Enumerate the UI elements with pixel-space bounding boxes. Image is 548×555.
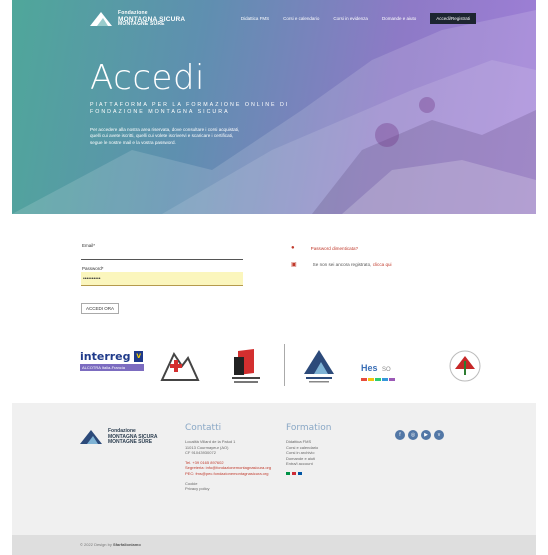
contacts-heading: Contatti bbox=[185, 423, 222, 433]
email-label: Email* bbox=[82, 243, 96, 248]
submit-button[interactable]: ACCEDI ORA bbox=[81, 303, 119, 314]
nav-item-corsi-evidenza[interactable]: Corsi in evidenza bbox=[333, 16, 368, 21]
password-field[interactable] bbox=[81, 272, 243, 286]
youtube-icon[interactable]: ▶ bbox=[421, 430, 431, 440]
interreg-logo: interreg V ALCOTRA Italia-Francia bbox=[80, 351, 144, 375]
privacy-link[interactable]: Privacy policy bbox=[185, 486, 271, 492]
mountain-logo-icon bbox=[90, 12, 112, 27]
nav-item-domande[interactable]: Domande e aiuto bbox=[382, 16, 416, 21]
university-logo bbox=[232, 349, 260, 383]
register-row: ▣ Se non sei ancora registrato, clicca q… bbox=[291, 261, 392, 268]
mountain-logo-icon bbox=[80, 430, 102, 445]
logo-line3: MONTAGNE SÛRE bbox=[118, 21, 165, 27]
hes-so-logo: Hes SO bbox=[361, 358, 421, 381]
contact-pec[interactable]: PEC: fms@pec.fondazionemontagnasicura.or… bbox=[185, 471, 271, 477]
register-link[interactable]: clicca qui bbox=[373, 262, 392, 267]
fondazione-logo bbox=[304, 350, 334, 383]
footer-logo-line3: MONTAGNE SÛRE bbox=[108, 439, 153, 445]
flag-it2-icon[interactable] bbox=[292, 471, 296, 475]
register-text: Se non sei ancora registrato, bbox=[312, 262, 372, 267]
login-register-button[interactable]: Accedi/Registrati bbox=[430, 13, 476, 24]
footer-logo[interactable]: Fondazione MONTAGNA SICURA MONTAGNE SÛRE bbox=[80, 428, 157, 446]
hero-subtitle: PIATTAFORMA PER LA FORMAZIONE ONLINE DI … bbox=[90, 102, 289, 116]
login-section: Email* Password* ACCEDI ORA ● Password d… bbox=[0, 214, 548, 329]
lock-icon: ▣ bbox=[291, 262, 297, 268]
hero-subtitle-line1: PIATTAFORMA PER LA FORMAZIONE ONLINE DI bbox=[90, 102, 290, 108]
password-label: Password* bbox=[82, 266, 104, 271]
copyright-bar: © 2022 Design by Sfarfalloniamo bbox=[12, 535, 536, 555]
main-nav: Didattica FMS Corsi e calendario Corsi i… bbox=[241, 13, 476, 24]
email-field[interactable] bbox=[81, 250, 243, 260]
red-cross-mountain-logo bbox=[160, 351, 200, 381]
hero-banner: Fondazione MONTAGNA SICURA MONTAGNE SÛRE… bbox=[12, 0, 536, 214]
forgot-password-row: ● Password dimenticata? bbox=[291, 245, 358, 251]
formation-heading: Formation bbox=[286, 423, 332, 433]
footer: Fondazione MONTAGNA SICURA MONTAGNE SÛRE… bbox=[12, 403, 536, 535]
site-logo[interactable]: Fondazione MONTAGNA SICURA MONTAGNE SÛRE bbox=[90, 10, 185, 28]
social-links: f ◎ ▶ v bbox=[395, 430, 444, 440]
hero-subtitle-line2: FONDAZIONE MONTAGNA SICURA bbox=[90, 109, 230, 115]
footer-formation: Formation Didattica FMS Corsi e calendar… bbox=[286, 423, 331, 475]
copyright-text: © 2022 Design by Sfarfalloniamo bbox=[80, 542, 141, 547]
partner-divider bbox=[284, 344, 285, 386]
flag-fr-icon[interactable] bbox=[298, 471, 302, 475]
partner-logos: interreg V ALCOTRA Italia-Francia Hes SO bbox=[0, 329, 548, 403]
hero-description: Per accedere alla nostra area riservata,… bbox=[90, 127, 240, 145]
page-title: Accedi bbox=[90, 58, 205, 98]
nav-item-didattica[interactable]: Didattica FMS bbox=[241, 16, 269, 21]
forgot-password-link[interactable]: Password dimenticata? bbox=[311, 246, 359, 251]
vimeo-icon[interactable]: v bbox=[434, 430, 444, 440]
nav-item-corsi-calendario[interactable]: Corsi e calendario bbox=[283, 16, 319, 21]
flag-it-icon[interactable] bbox=[286, 471, 290, 475]
designer-link[interactable]: Sfarfalloniamo bbox=[113, 542, 141, 547]
formation-link-account[interactable]: Entra/i account bbox=[286, 461, 331, 467]
location-pin-icon: ● bbox=[291, 245, 295, 251]
facebook-icon[interactable]: f bbox=[395, 430, 405, 440]
instagram-icon[interactable]: ◎ bbox=[408, 430, 418, 440]
footer-contacts: Contatti Località Villard de la Palud 1 … bbox=[185, 423, 271, 492]
medical-emblem-logo bbox=[449, 350, 481, 382]
language-flags bbox=[286, 471, 331, 475]
page: Fondazione MONTAGNA SICURA MONTAGNE SÛRE… bbox=[0, 0, 548, 555]
